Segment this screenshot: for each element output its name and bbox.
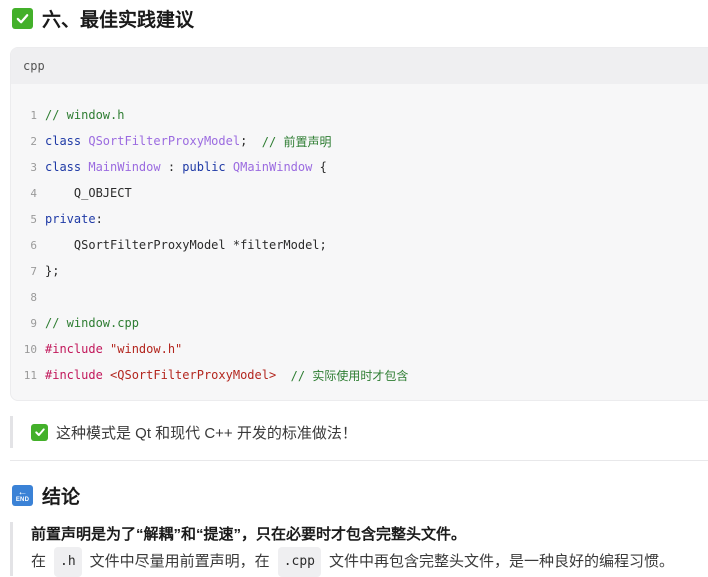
conclusion-bold-line: 前置声明是为了“解耦”和“提速”，只在必要时才包含完整头文件。: [31, 526, 467, 543]
code-token: Q_OBJECT: [45, 186, 132, 200]
line-number: 3: [30, 160, 37, 174]
code-line: 1 // window.h: [11, 102, 408, 128]
code-token: :: [160, 160, 183, 174]
code-line: 6 QSortFilterProxyModel *filterModel;: [11, 232, 408, 258]
language-text: cpp: [23, 59, 45, 73]
detail-text: 文件中再包含完整头文件，是一种良好的编程习惯。: [329, 553, 675, 570]
code-token: private: [45, 212, 96, 226]
code-token: // 实际使用时才包含: [290, 368, 409, 383]
inline-code-cpp: .cpp: [277, 547, 321, 577]
code-lines[interactable]: 1 // window.h 2 class QSortFilterProxyModel…: [11, 102, 409, 388]
code-token: class: [45, 134, 89, 148]
code-line: 3 class MainWindow : public QMainWindow {: [11, 154, 408, 180]
code-token: #include: [45, 368, 111, 382]
line-number: 1: [30, 108, 37, 122]
code-token: ;: [240, 134, 262, 148]
code-token: {: [312, 160, 327, 174]
conclusion-detail-line: 在 .h 文件中尽量用前置声明，在 .cpp 文件中再包含完整头文件，是一种良好…: [31, 547, 675, 577]
code-line: 9 // window.cpp: [11, 310, 408, 336]
line-number: 5: [30, 212, 37, 226]
code-line: 11 #include <QSortFilterProxyModel> // 实际…: [11, 362, 409, 388]
line-number: 7: [30, 264, 37, 278]
section-heading-conclusion: ← END 结论: [12, 482, 80, 509]
section-title: 六、最佳实践建议: [42, 10, 195, 31]
line-number: 2: [30, 134, 37, 148]
code-line: 2 class QSortFilterProxyModel; // 前置声明: [11, 128, 408, 154]
code-token: "window.h": [110, 342, 183, 356]
code-token: QMainWindow: [232, 160, 313, 174]
check-mark-button-icon: [31, 423, 48, 441]
code-token: // window.h: [45, 108, 125, 122]
inline-code-h: .h: [54, 547, 82, 577]
tip-text: 这种模式是 Qt 和现代 C++ 开发的标准做法！: [56, 424, 357, 442]
code-line: 7};: [11, 258, 408, 284]
line-number: 6: [30, 238, 37, 252]
code-token: :: [95, 212, 103, 226]
code-token: #include: [45, 342, 111, 356]
code-token: public: [182, 160, 233, 174]
code-line: 8: [11, 284, 408, 310]
section-divider: [10, 460, 708, 461]
section-heading-best-practices: 六、最佳实践建议: [12, 5, 194, 32]
code-token: class: [45, 160, 89, 174]
code-token: QSortFilterProxyModel *filterModel;: [45, 238, 327, 252]
code-token: };: [45, 264, 60, 278]
code-language-label: cpp: [11, 48, 708, 84]
line-number: 9: [30, 316, 37, 330]
detail-text: 文件中尽量用前置声明，在: [89, 553, 270, 570]
tip-quote: 这种模式是 Qt 和现代 C++ 开发的标准做法！: [10, 416, 357, 448]
code-token: <QSortFilterProxyModel>: [110, 368, 277, 382]
line-number: 8: [30, 290, 37, 304]
detail-text: 在: [31, 553, 47, 570]
code-token: MainWindow: [88, 160, 161, 174]
line-number: 11: [23, 368, 37, 382]
code-line: 10 #include "window.h": [11, 336, 408, 362]
code-line: 5 private:: [11, 206, 408, 232]
conclusion-quote: 前置声明是为了“解耦”和“提速”，只在必要时才包含完整头文件。 在 .h 文件中…: [10, 522, 675, 577]
conclusion-title: 结论: [42, 487, 81, 508]
end-icon-text: END: [15, 496, 30, 503]
end-arrow-icon: ← END: [12, 485, 33, 506]
line-number: 4: [30, 186, 37, 200]
code-block: cpp 1 // window.h 2 class QSortFilterProxyM…: [10, 47, 708, 401]
code-token: // 前置声明: [261, 134, 332, 149]
line-number: 10: [23, 342, 37, 356]
check-mark-button-icon: [12, 8, 33, 29]
code-token: // window.cpp: [45, 316, 139, 330]
code-line: 4 Q_OBJECT: [11, 180, 408, 206]
code-token: QSortFilterProxyModel: [88, 134, 241, 148]
